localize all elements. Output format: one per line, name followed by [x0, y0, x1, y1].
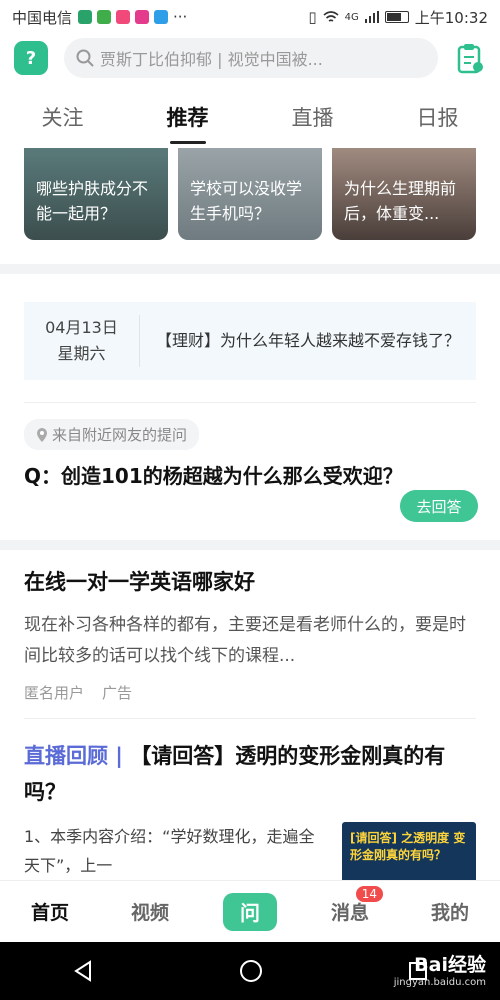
notification-icons: ··· — [78, 8, 187, 26]
ask-button[interactable]: 问 — [223, 892, 277, 931]
carrier-label: 中国电信 — [12, 8, 73, 27]
search-icon — [76, 49, 94, 67]
app-header: ? 贾斯丁比伯抑郁 | 视觉中国被... — [0, 34, 500, 82]
back-icon[interactable] — [72, 960, 94, 982]
topic-cards: 哪些护肤成分不能一起用？ 学校可以没收学生手机吗？ 为什么生理期前后，体重变..… — [0, 148, 500, 240]
more-notifications-icon: ··· — [173, 8, 188, 26]
answer-button[interactable]: 去回答 — [400, 490, 478, 522]
nav-messages[interactable]: 消息 14 — [315, 886, 385, 925]
ad-title: 在线一对一学英语哪家好 — [24, 570, 255, 594]
ad-tag: 广告 — [102, 684, 133, 702]
question-source-label: 来自附近网友的提问 — [52, 426, 188, 444]
app-icon-green — [97, 10, 112, 24]
play-app-icon — [135, 10, 150, 24]
top-tabs: 关注 推荐 直播 日报 — [0, 90, 500, 144]
live-tag: 直播回顾 | — [24, 744, 123, 768]
wifi-icon — [323, 11, 339, 22]
ad-item[interactable]: 在线一对一学英语哪家好 现在补习各种各样的都有，主要还是看老师什么的，要是时间比… — [24, 566, 476, 703]
app-icon-blue — [154, 10, 169, 24]
section-divider — [0, 264, 500, 274]
tab-daily[interactable]: 日报 — [413, 96, 463, 138]
feed: 哪些护肤成分不能一起用？ 学校可以没收学生手机吗？ 为什么生理期前后，体重变..… — [0, 148, 500, 880]
vibrate-icon: ▯ — [308, 8, 317, 26]
daily-headline: 【理财】为什么年轻人越来越不爱存钱了？ — [156, 331, 461, 350]
message-count-badge: 14 — [355, 886, 383, 902]
watermark-url: jingyan.baidu.com — [393, 977, 486, 988]
network-type: 4G — [344, 11, 359, 23]
nav-ask[interactable]: 问 — [215, 892, 285, 931]
daily-report[interactable]: 04月13日 星期六 【理财】为什么年轻人越来越不爱存钱了？ — [24, 302, 476, 380]
nav-video[interactable]: 视频 — [115, 898, 185, 925]
live-body: 1、本季内容介绍：“学好数理化，走遍全天下”，上一 [请回答] 之透明度 变形金… — [24, 822, 476, 880]
ad-description: 现在补习各种各样的都有，主要还是看老师什么的，要是时间比较多的话可以找个线下的课… — [24, 615, 466, 666]
thumbnail-caption: [请回答] 之透明度 变形金刚真的有吗？ — [350, 831, 466, 862]
home-icon[interactable] — [239, 959, 263, 983]
signal-icon — [364, 11, 379, 23]
nav-messages-label: 消息 — [330, 902, 369, 924]
section-divider — [0, 540, 500, 550]
divider-line — [24, 402, 476, 403]
app-logo-icon[interactable]: ? — [14, 41, 48, 75]
live-title: 直播回顾 | 【请回答】透明的变形金刚真的有吗？ — [24, 738, 476, 810]
battery-icon — [384, 11, 409, 23]
tab-follow[interactable]: 关注 — [38, 96, 88, 138]
search-placeholder: 贾斯丁比伯抑郁 | 视觉中国被... — [100, 50, 323, 69]
baidu-watermark: Bai经验 jingyan.baidu.com — [394, 950, 486, 988]
daily-date: 04月13日 星期六 — [24, 315, 140, 367]
topic-card[interactable]: 哪些护肤成分不能一起用？ — [24, 148, 168, 240]
location-icon — [37, 427, 47, 442]
wechat-icon — [78, 10, 93, 24]
tab-live[interactable]: 直播 — [288, 96, 338, 138]
clipboard-icon[interactable] — [454, 42, 486, 74]
live-description: 1、本季内容介绍：“学好数理化，走遍全天下”，上一 — [24, 827, 315, 875]
ad-meta: 匿名用户 广告 — [24, 682, 476, 703]
live-thumbnail[interactable]: [请回答] 之透明度 变形金刚真的有吗？ — [342, 822, 476, 880]
clock: 上午10:32 — [414, 8, 488, 27]
question-source: 来自附近网友的提问 — [24, 419, 200, 450]
topic-card[interactable]: 为什么生理期前后，体重变... — [332, 148, 476, 240]
live-replay-item[interactable]: 直播回顾 | 【请回答】透明的变形金刚真的有吗？ 1、本季内容介绍：“学好数理化… — [24, 738, 476, 880]
ad-author: 匿名用户 — [24, 684, 85, 702]
weekday-label: 星期六 — [57, 344, 106, 363]
status-bar: 中国电信 ··· ▯ 4G 上午10:32 — [0, 0, 500, 34]
nav-mine[interactable]: 我的 — [415, 898, 485, 925]
tab-recommend[interactable]: 推荐 — [163, 96, 213, 138]
bottom-nav: 首页 视频 问 消息 14 我的 — [0, 880, 500, 942]
nav-home[interactable]: 首页 — [15, 898, 85, 925]
date-label: 04月13日 — [45, 318, 118, 337]
search-bar[interactable]: 贾斯丁比伯抑郁 | 视觉中国被... — [64, 38, 438, 78]
divider-line — [24, 718, 476, 719]
watermark-text: Bai经验 — [414, 954, 486, 976]
topic-card[interactable]: 学校可以没收学生手机吗？ — [178, 148, 322, 240]
question-title[interactable]: Q：创造101的杨超越为什么那么受欢迎？ — [24, 460, 476, 489]
app-icon-pink — [116, 10, 131, 24]
